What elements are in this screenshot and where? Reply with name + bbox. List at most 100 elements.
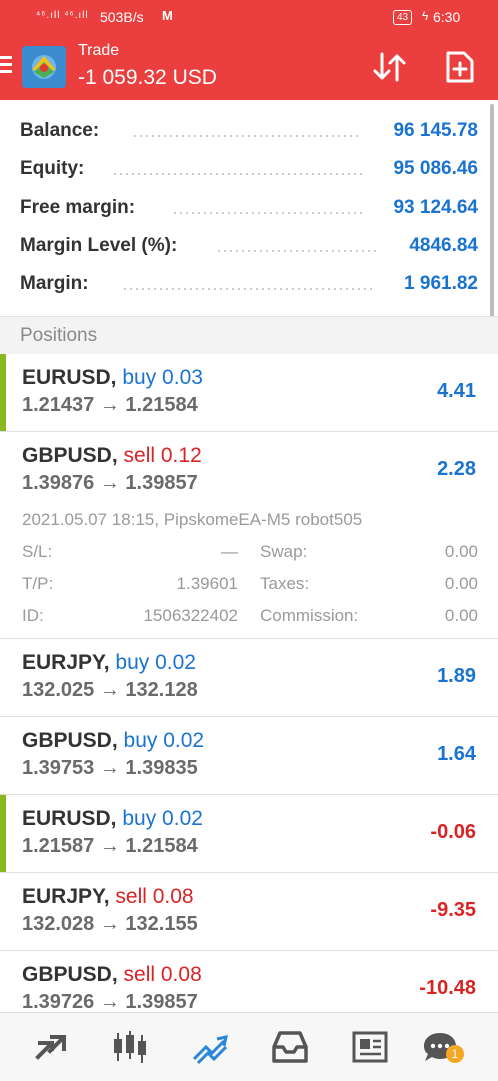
position-row[interactable]: GBPUSD, buy 0.02 1.39753 → 1.39835 1.64 [0,717,498,795]
position-profit: -10.48 [419,977,476,999]
open-time-comment: 2021.05.07 18:15, PipskomeEA-M5 robot505 [22,510,363,529]
position-row[interactable]: EURUSD, buy 0.02 1.21587 → 1.21584 -0.06 [0,795,498,873]
id-value: 1506322402 [143,606,238,625]
positions-header-label: Positions [20,325,98,346]
margin-label: Margin: [20,273,89,294]
position-profit: -0.06 [430,821,476,843]
messages-badge: 1 [446,1045,464,1063]
position-profit: 4.41 [437,380,476,402]
free-margin-value: 93 124.64 [393,197,478,218]
taxes-label: Taxes: [260,574,310,593]
commission-value: 0.00 [444,606,478,625]
position-prices: 1.21437 → 1.21584 [22,394,198,416]
trade-icon[interactable] [190,1029,230,1065]
leader-dots [112,173,362,175]
position-prices: 1.39876 → 1.39857 [22,472,198,494]
position-side: sell 0.08 [123,963,202,986]
app-logo [22,46,66,88]
new-order-icon[interactable] [444,50,476,84]
position-symbol: EURJPY, [22,651,110,674]
position-side: buy 0.03 [122,366,203,389]
position-title: EURUSD, buy 0.03 [22,366,203,390]
chart-icon[interactable] [110,1029,150,1065]
swap-value: 0.00 [444,542,478,561]
position-prices: 132.025 → 132.128 [22,679,198,701]
position-symbol: EURUSD, [22,366,117,389]
positions-header: Positions [0,316,498,355]
balance-value: 96 145.78 [393,120,478,141]
position-side: sell 0.08 [115,885,194,908]
balance-row: Balance: 96 145.78 [20,116,478,146]
taxes-value: 0.00 [444,574,478,593]
battery-icon: 43 [393,10,413,25]
sl-value: — [221,542,238,561]
position-symbol: GBPUSD, [22,729,118,752]
swap-label: Swap: [260,542,308,561]
history-icon[interactable] [270,1029,310,1065]
position-symbol: EURUSD, [22,807,117,830]
notification-icon: M [162,8,173,23]
position-prices: 1.39753 → 1.39835 [22,757,198,779]
position-prices: 132.028 → 132.155 [22,913,198,935]
commission-label: Commission: [260,606,359,625]
position-side: sell 0.12 [123,444,202,467]
position-row[interactable]: EURJPY, sell 0.08 132.028 → 132.155 -9.3… [0,873,498,951]
sort-icon[interactable] [370,50,410,84]
messages-icon[interactable]: 1 [420,1029,464,1065]
menu-icon[interactable] [0,56,12,76]
margin-row: Margin: 1 961.82 [20,269,478,299]
leader-dots [132,135,362,137]
news-icon[interactable] [350,1029,390,1065]
position-title: EURJPY, sell 0.08 [22,885,194,909]
account-summary: Balance: 96 145.78 Equity: 95 086.46 Fre… [0,100,498,316]
status-bar: ⁴⁶.ıll ⁴⁶.ıll 503B/s M 43 ϟ 6:30 [0,0,498,34]
margin-level-label: Margin Level (%): [20,235,178,256]
position-marker [0,795,6,872]
position-prices: 1.21587 → 1.21584 [22,835,198,857]
margin-level-row: Margin Level (%): 4846.84 [20,231,478,261]
margin-level-value: 4846.84 [409,235,478,256]
position-symbol: GBPUSD, [22,444,118,467]
page-title: Trade [78,42,120,59]
charging-icon: ϟ [422,9,429,23]
position-title: EURUSD, buy 0.02 [22,807,203,831]
position-side: buy 0.02 [115,651,196,674]
id-label: ID: [22,606,44,625]
position-prices: 1.39726 → 1.39857 [22,991,198,1013]
equity-row: Equity: 95 086.46 [20,154,478,184]
equity-value: 95 086.46 [393,158,478,179]
position-symbol: EURJPY, [22,885,110,908]
floating-profit: -1 059.32 USD [78,66,217,89]
position-title: GBPUSD, sell 0.12 [22,444,202,468]
position-profit: -9.35 [430,899,476,921]
position-row[interactable]: EURUSD, buy 0.03 1.21437 → 1.21584 4.41 [0,354,498,432]
balance-label: Balance: [20,120,100,141]
position-title: GBPUSD, sell 0.08 [22,963,202,987]
position-side: buy 0.02 [123,729,205,752]
equity-label: Equity: [20,158,85,179]
tp-value: 1.39601 [176,574,238,593]
position-row[interactable]: EURJPY, buy 0.02 132.025 → 132.128 1.89 [0,639,498,717]
margin-value: 1 961.82 [404,273,478,294]
position-row-expanded[interactable]: GBPUSD, sell 0.12 1.39876 → 1.39857 2.28… [0,432,498,639]
position-profit: 1.64 [437,743,476,765]
position-profit: 1.89 [437,665,476,687]
position-marker [0,354,6,431]
leader-dots [172,212,362,214]
leader-dots [122,288,372,290]
signal-icon: ⁴⁶.ıll ⁴⁶.ıll [36,10,89,21]
network-speed: 503B/s [100,9,144,25]
quotes-icon[interactable] [30,1029,70,1065]
sl-label: S/L: [22,542,53,561]
leader-dots [216,250,376,252]
app-header: Trade -1 059.32 USD [0,34,498,100]
tp-label: T/P: [22,574,54,593]
free-margin-row: Free margin: 93 124.64 [20,193,478,223]
position-title: EURJPY, buy 0.02 [22,651,196,675]
position-side: buy 0.02 [122,807,203,830]
clock: 6:30 [433,9,461,25]
position-symbol: GBPUSD, [22,963,118,986]
position-title: GBPUSD, buy 0.02 [22,729,204,753]
bottom-navigation: 1 [0,1012,498,1081]
position-profit: 2.28 [437,458,476,480]
